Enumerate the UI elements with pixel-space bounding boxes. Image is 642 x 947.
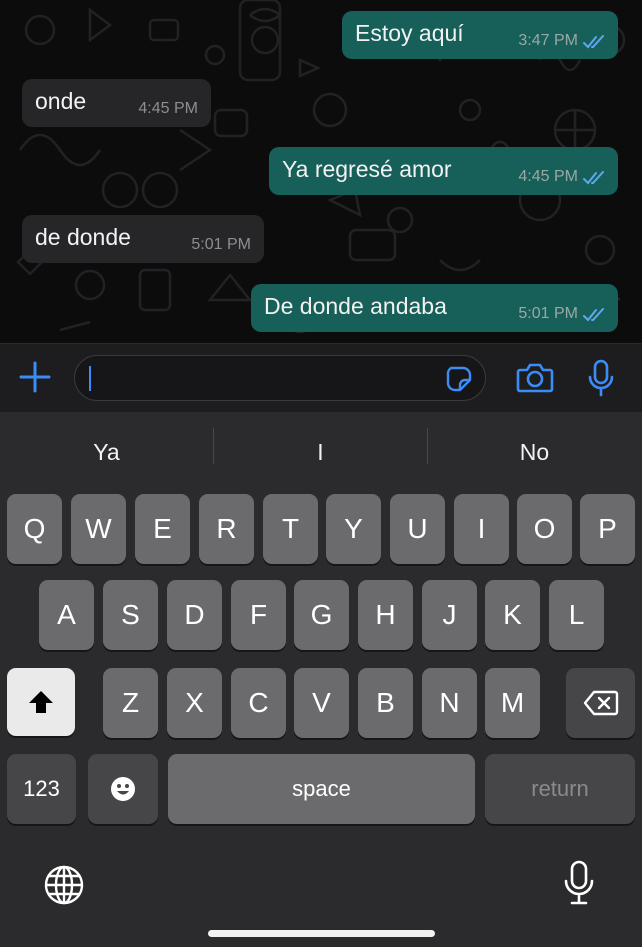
key-h[interactable]: H <box>358 580 413 650</box>
message-composer <box>0 343 642 412</box>
home-indicator[interactable] <box>208 930 435 937</box>
key-b[interactable]: B <box>358 668 413 738</box>
message-bubble-incoming[interactable]: onde 4:45 PM <box>22 79 211 127</box>
numbers-key[interactable]: 123 <box>7 754 76 824</box>
emoji-key[interactable] <box>88 754 158 824</box>
space-key[interactable]: space <box>168 754 475 824</box>
suggestion-3[interactable]: No <box>428 412 641 492</box>
backspace-icon <box>583 690 618 716</box>
message-bubble-outgoing[interactable]: De donde andaba 5:01 PM <box>251 284 618 332</box>
return-key[interactable]: return <box>485 754 635 824</box>
ios-keyboard: Ya I No Q W E R T Y U I O P A S D F G H … <box>0 412 642 947</box>
key-c[interactable]: C <box>231 668 286 738</box>
key-y[interactable]: Y <box>326 494 381 564</box>
key-l[interactable]: L <box>549 580 604 650</box>
key-m[interactable]: M <box>485 668 540 738</box>
message-time: 4:45 PM <box>518 168 578 185</box>
key-p[interactable]: P <box>580 494 635 564</box>
key-n[interactable]: N <box>422 668 477 738</box>
message-time: 5:01 PM <box>518 305 578 322</box>
key-r[interactable]: R <box>199 494 254 564</box>
read-ticks-icon <box>583 35 604 49</box>
message-time: 5:01 PM <box>191 236 251 253</box>
message-bubble-outgoing[interactable]: Estoy aquí 3:47 PM <box>342 11 618 59</box>
key-d[interactable]: D <box>167 580 222 650</box>
delete-key[interactable] <box>566 668 635 738</box>
message-text: Estoy aquí <box>355 20 464 46</box>
key-q[interactable]: Q <box>7 494 62 564</box>
message-text: Ya regresé amor <box>282 156 452 182</box>
key-u[interactable]: U <box>390 494 445 564</box>
plus-icon[interactable] <box>18 360 52 394</box>
message-time: 3:47 PM <box>518 32 578 49</box>
key-s[interactable]: S <box>103 580 158 650</box>
message-input[interactable] <box>89 362 433 394</box>
key-k[interactable]: K <box>485 580 540 650</box>
key-w[interactable]: W <box>71 494 126 564</box>
shift-key[interactable] <box>7 668 75 736</box>
suggestion-1[interactable]: Ya <box>0 412 213 492</box>
globe-icon[interactable] <box>43 864 85 906</box>
message-bubble-outgoing[interactable]: Ya regresé amor 4:45 PM <box>269 147 618 195</box>
key-g[interactable]: G <box>294 580 349 650</box>
key-f[interactable]: F <box>231 580 286 650</box>
read-ticks-icon <box>583 308 604 322</box>
chat-area[interactable]: Estoy aquí 3:47 PM onde 4:45 PM Ya regre… <box>0 0 642 343</box>
key-j[interactable]: J <box>422 580 477 650</box>
message-time: 4:45 PM <box>138 100 198 117</box>
key-o[interactable]: O <box>517 494 572 564</box>
key-z[interactable]: Z <box>103 668 158 738</box>
emoji-icon <box>111 777 135 801</box>
text-caret <box>89 366 91 391</box>
read-ticks-icon <box>583 171 604 185</box>
microphone-icon[interactable] <box>586 358 616 398</box>
message-input-field[interactable] <box>74 355 486 401</box>
message-bubble-incoming[interactable]: de donde 5:01 PM <box>22 215 264 263</box>
key-v[interactable]: V <box>294 668 349 738</box>
shift-icon <box>29 691 53 713</box>
key-t[interactable]: T <box>263 494 318 564</box>
key-i[interactable]: I <box>454 494 509 564</box>
message-text: de donde <box>35 224 131 250</box>
key-a[interactable]: A <box>39 580 94 650</box>
message-text: De donde andaba <box>264 293 447 319</box>
key-e[interactable]: E <box>135 494 190 564</box>
suggestion-2[interactable]: I <box>214 412 427 492</box>
key-x[interactable]: X <box>167 668 222 738</box>
message-text: onde <box>35 88 87 114</box>
camera-icon[interactable] <box>516 362 554 394</box>
dictation-microphone-icon[interactable] <box>562 859 596 907</box>
sticker-icon[interactable] <box>445 365 473 393</box>
